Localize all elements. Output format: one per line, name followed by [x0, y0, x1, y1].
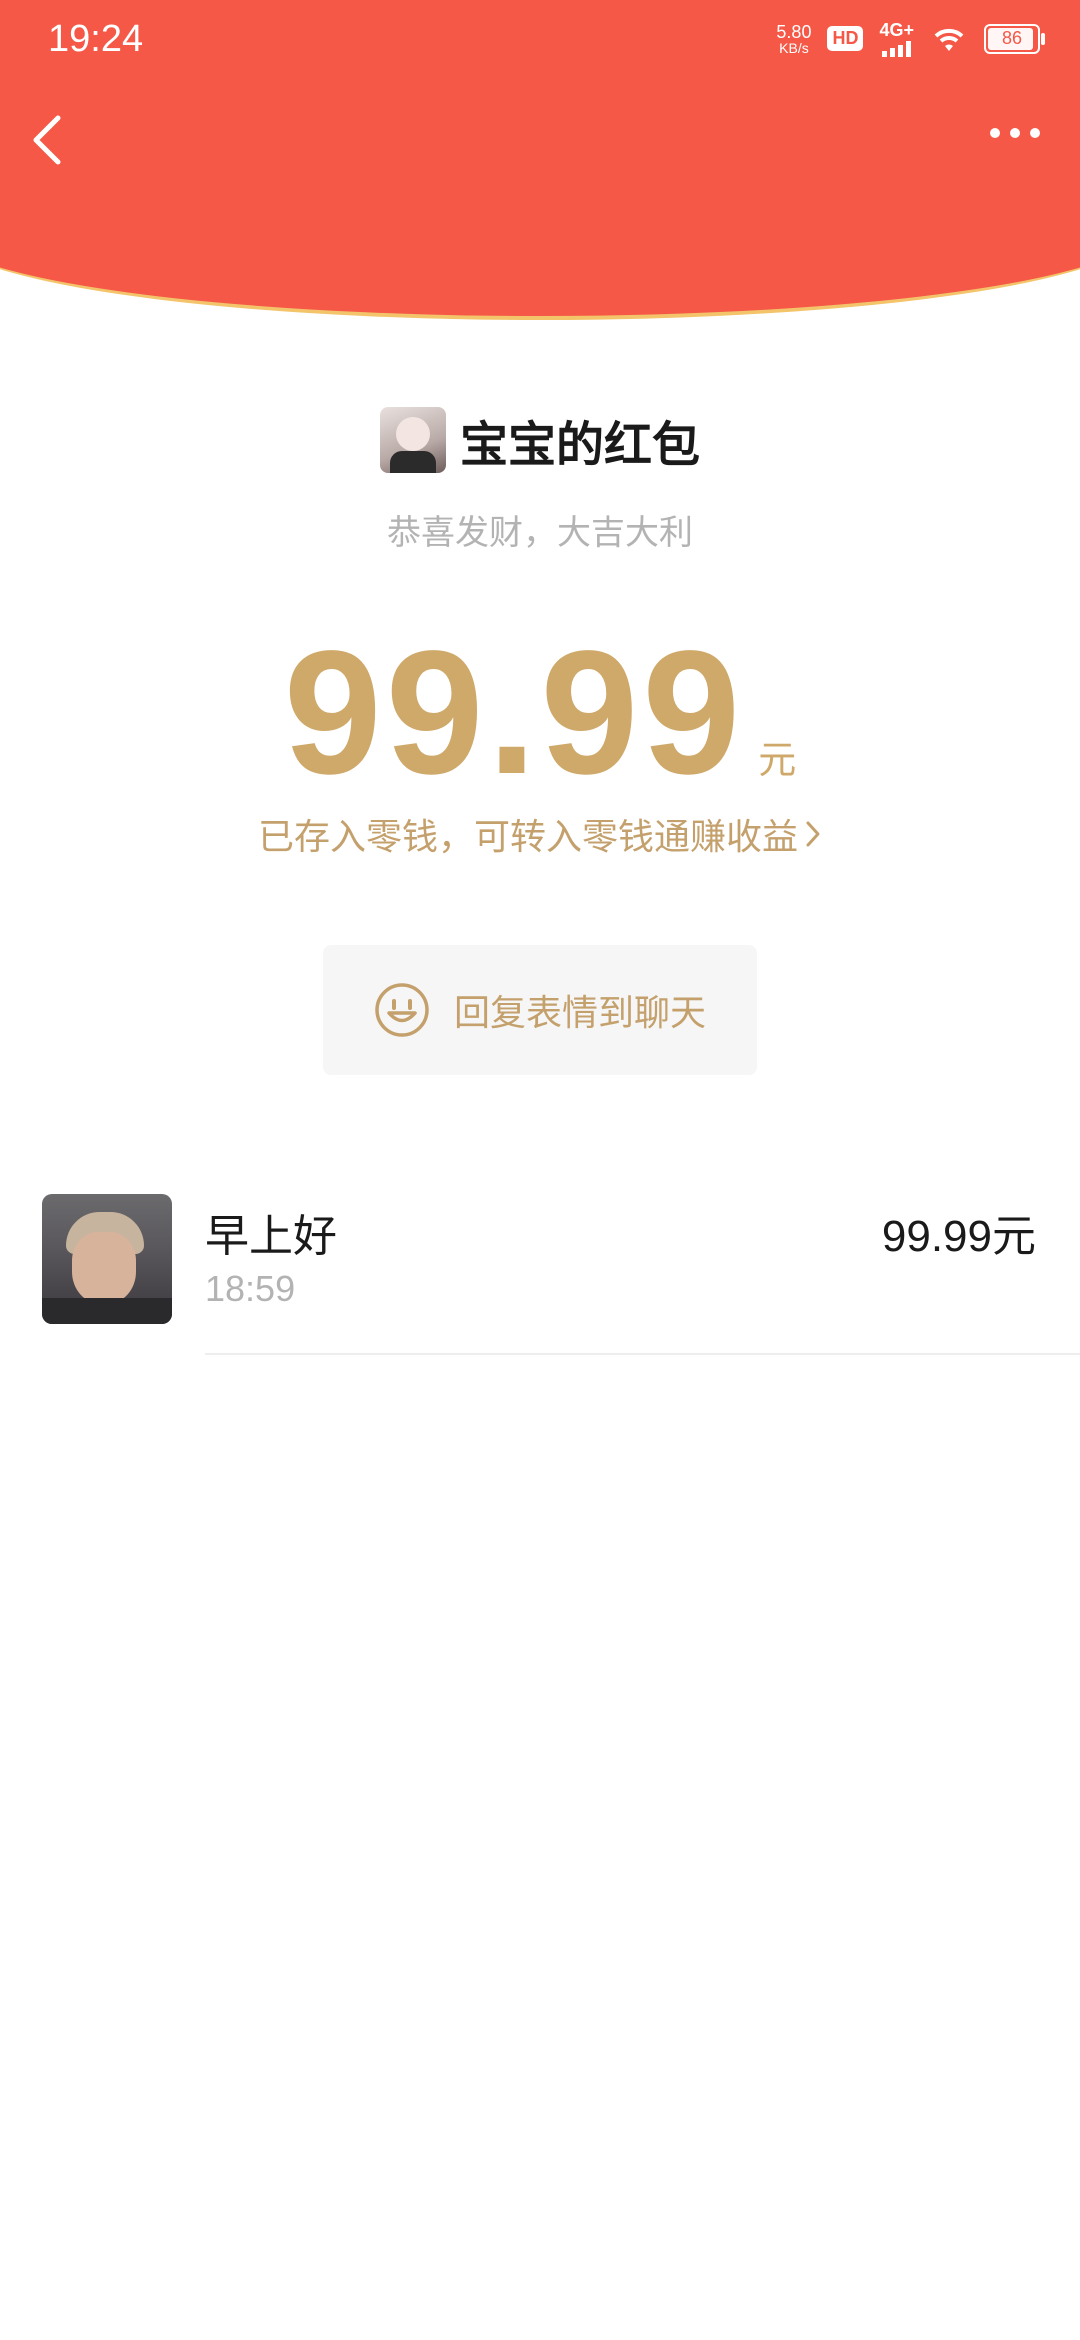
saved-to-balance-text: 已存入零钱，可转入零钱通赚收益	[257, 817, 798, 858]
chevron-right-icon	[806, 821, 820, 847]
sender-row: 宝宝的红包	[0, 405, 1080, 475]
smiley-icon	[375, 983, 429, 1037]
sender-name: 宝宝的红包	[459, 417, 700, 473]
signal-icon	[881, 41, 911, 57]
battery-level: 86	[1001, 28, 1023, 48]
status-icons: 5.80 KB/s HD 4G+ 86	[776, 20, 1045, 57]
amount-block: 99.99 元	[0, 625, 1080, 801]
reply-sticker-button[interactable]: 回复表情到聊天	[323, 945, 757, 1075]
list-item[interactable]: 早上好 18:59 99.99元	[0, 1190, 1080, 1355]
amount-value: 99.99	[283, 615, 745, 811]
red-packet-detail-page: 19:24 5.80 KB/s HD 4G+ 86 宝宝的红包 恭喜发财，大吉大…	[0, 0, 1080, 2340]
network-speed-unit: KB/s	[779, 39, 809, 56]
signal-group: 4G+	[879, 20, 914, 57]
receive-time: 18:59	[205, 1268, 296, 1309]
saved-to-balance-link[interactable]: 已存入零钱，可转入零钱通赚收益	[0, 808, 1080, 860]
reply-sticker-label: 回复表情到聊天	[453, 993, 706, 1034]
wifi-icon	[934, 28, 964, 51]
status-time: 19:24	[48, 18, 144, 60]
back-arrow-icon[interactable]	[28, 110, 68, 170]
network-speed-value: 5.80	[776, 21, 812, 42]
network-type-label: 4G+	[879, 20, 914, 40]
receive-amount: 99.99元	[881, 1212, 1036, 1261]
battery-icon: 86	[984, 23, 1045, 54]
hd-icon: HD	[827, 26, 864, 51]
status-bar: 19:24 5.80 KB/s HD 4G+ 86	[0, 0, 1080, 80]
amount-unit: 元	[758, 738, 797, 782]
wish-text: 恭喜发财，大吉大利	[387, 513, 693, 553]
sender-avatar	[379, 407, 446, 473]
avatar	[42, 1194, 172, 1324]
receiver-message: 早上好	[205, 1211, 337, 1262]
divider	[205, 1353, 1080, 1355]
more-options-icon[interactable]	[990, 128, 1050, 148]
network-speed: 5.80 KB/s	[776, 23, 811, 55]
